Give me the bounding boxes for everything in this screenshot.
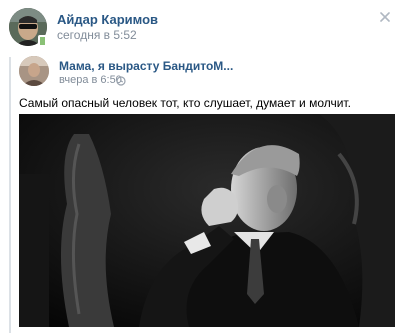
repost-divider: [9, 57, 11, 333]
repost-time[interactable]: вчера в 6:50: [59, 74, 122, 86]
clock-icon: [116, 73, 126, 86]
post-time[interactable]: сегодня в 5:52: [57, 28, 137, 42]
online-indicator: [38, 35, 47, 47]
repost-source-name[interactable]: Мама, я вырасту БандитоМ...: [59, 59, 233, 73]
post-card: Айдар Каримов сегодня в 5:52 Мама, я выр…: [0, 0, 400, 333]
post-photo[interactable]: [19, 114, 395, 327]
author-name[interactable]: Айдар Каримов: [57, 12, 158, 27]
repost-source-avatar[interactable]: [19, 56, 49, 86]
post-text: Самый опасный человек тот, кто слушает, …: [19, 96, 351, 110]
close-icon[interactable]: [378, 10, 392, 24]
